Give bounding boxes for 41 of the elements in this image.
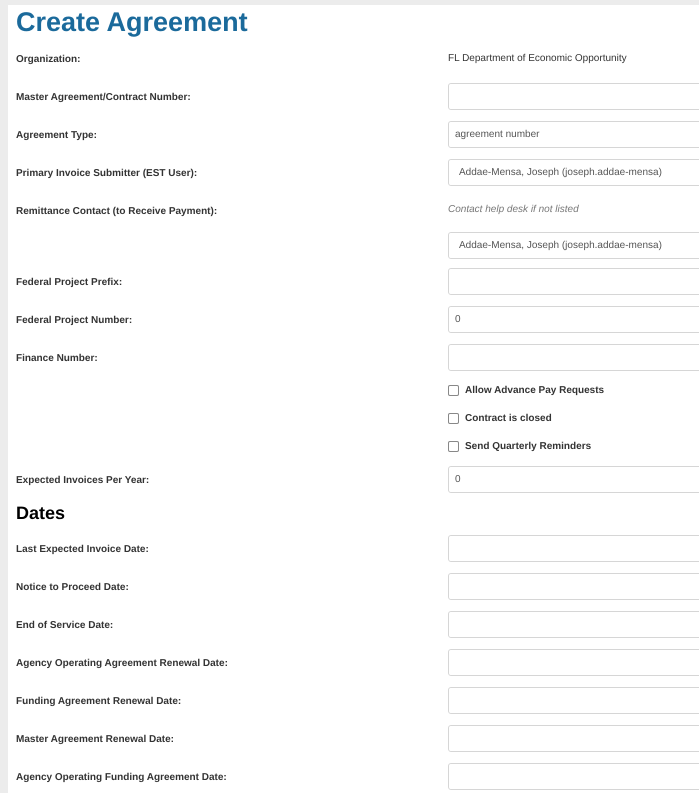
input-field[interactable]: Addae-Mensa, Joseph (joseph.addae-mensa) bbox=[448, 232, 699, 258]
field-label: Remittance Contact (to Receive Payment): bbox=[16, 206, 218, 216]
input-field[interactable] bbox=[448, 268, 699, 294]
input-field[interactable] bbox=[448, 648, 699, 676]
field-label: End of Service Date: bbox=[16, 620, 114, 631]
field-label: Notice to Proceed Date: bbox=[16, 582, 129, 593]
checkbox[interactable] bbox=[448, 412, 459, 424]
input-field[interactable]: 0 bbox=[448, 306, 699, 332]
input-field[interactable] bbox=[448, 82, 699, 110]
field-label: Primary Invoice Submitter (EST User): bbox=[16, 168, 198, 179]
input-field[interactable] bbox=[448, 686, 699, 714]
field-label: Federal Project Prefix: bbox=[16, 277, 122, 288]
input-field[interactable] bbox=[448, 534, 699, 562]
page-title: Create Agreement bbox=[16, 6, 248, 39]
input-field[interactable] bbox=[448, 724, 699, 752]
checkbox[interactable] bbox=[448, 384, 459, 396]
field-label: Master Agreement Renewal Date: bbox=[16, 734, 174, 745]
input-field[interactable]: 0 bbox=[448, 466, 699, 492]
section-heading: Dates bbox=[16, 502, 66, 525]
input-field[interactable] bbox=[448, 762, 699, 790]
field-label: Last Expected Invoice Date: bbox=[16, 544, 149, 555]
field-label: Funding Agreement Renewal Date: bbox=[16, 696, 182, 707]
input-field[interactable]: agreement number bbox=[448, 120, 699, 148]
field-label: Master Agreement/Contract Number: bbox=[16, 92, 191, 103]
checkbox-label: Contract is closed bbox=[465, 412, 552, 426]
field-label: Agreement Type: bbox=[16, 130, 97, 141]
field-label: Federal Project Number: bbox=[16, 315, 132, 326]
field-label: Agency Operating Agreement Renewal Date: bbox=[16, 658, 228, 669]
field-label: Expected Invoices Per Year: bbox=[16, 475, 150, 486]
organization-value: FL Department of Economic Opportunity bbox=[448, 52, 627, 66]
field-label: Agency Operating Funding Agreement Date: bbox=[16, 772, 227, 783]
input-field[interactable] bbox=[448, 344, 699, 370]
input-field[interactable] bbox=[448, 572, 699, 600]
input-field[interactable]: Addae-Mensa, Joseph (joseph.addae-mensa) bbox=[448, 158, 699, 186]
help-note: Contact help desk if not listed bbox=[448, 203, 579, 217]
field-label: Finance Number: bbox=[16, 353, 98, 364]
checkbox-label: Allow Advance Pay Requests bbox=[465, 384, 604, 398]
checkbox-label: Send Quarterly Reminders bbox=[465, 440, 592, 454]
input-field[interactable] bbox=[448, 610, 699, 638]
field-label: Organization: bbox=[16, 54, 80, 65]
checkbox[interactable] bbox=[448, 440, 459, 452]
